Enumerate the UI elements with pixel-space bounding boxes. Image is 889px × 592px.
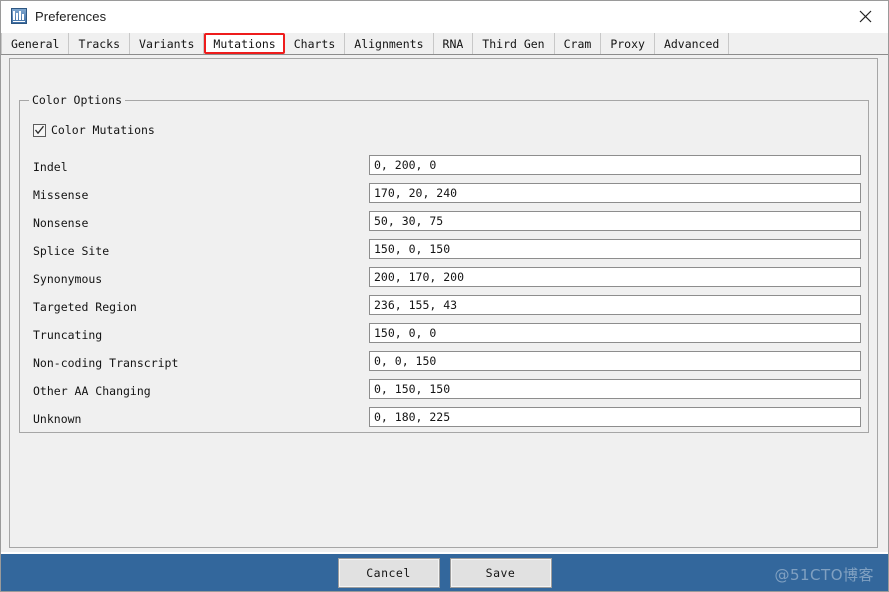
label-truncating: Truncating — [33, 328, 103, 342]
row-indel: Indel 0, 200, 0 — [20, 154, 870, 182]
input-nonsense-color[interactable]: 50, 30, 75 — [369, 211, 861, 231]
tab-charts[interactable]: Charts — [284, 33, 346, 54]
input-other-aa-changing-color[interactable]: 0, 150, 150 — [369, 379, 861, 399]
color-mutations-checkbox[interactable] — [33, 123, 46, 137]
input-non-coding-transcript-color[interactable]: 0, 0, 150 — [369, 351, 861, 371]
watermark: @51CTO博客 — [774, 566, 874, 584]
input-targeted-region-color[interactable]: 236, 155, 43 — [369, 295, 861, 315]
igv-app-icon — [11, 8, 27, 24]
tab-rna[interactable]: RNA — [433, 33, 474, 54]
label-splice-site: Splice Site — [33, 244, 110, 258]
color-options-group: Color Options Color Mutations Indel 0, 2… — [19, 93, 870, 434]
label-nonsense: Nonsense — [33, 216, 89, 230]
label-synonymous: Synonymous — [33, 272, 103, 286]
color-options-rows: Indel 0, 200, 0 Missense 170, 20, 240 No… — [20, 154, 870, 434]
tab-alignments[interactable]: Alignments — [345, 33, 434, 54]
close-icon[interactable] — [842, 1, 888, 31]
label-other-aa-changing: Other AA Changing — [33, 384, 151, 398]
tab-general[interactable]: General — [1, 33, 70, 54]
mutations-panel: Color Options Color Mutations Indel 0, 2… — [9, 58, 878, 548]
row-missense: Missense 170, 20, 240 — [20, 182, 870, 210]
row-non-coding-transcript: Non-coding Transcript 0, 0, 150 — [20, 350, 870, 378]
row-splice-site: Splice Site 150, 0, 150 — [20, 238, 870, 266]
tab-advanced[interactable]: Advanced — [654, 33, 730, 54]
input-indel-color[interactable]: 0, 200, 0 — [369, 155, 861, 175]
label-non-coding-transcript: Non-coding Transcript — [33, 356, 179, 370]
tab-third-gen[interactable]: Third Gen — [473, 33, 555, 54]
tab-tracks[interactable]: Tracks — [69, 33, 131, 54]
dialog-footer: Cancel Save @51CTO博客 — [1, 554, 888, 591]
window-title: Preferences — [35, 8, 107, 24]
input-truncating-color[interactable]: 150, 0, 0 — [369, 323, 861, 343]
color-options-title: Color Options — [29, 93, 126, 107]
input-missense-color[interactable]: 170, 20, 240 — [369, 183, 861, 203]
tab-variants[interactable]: Variants — [130, 33, 205, 54]
label-unknown: Unknown — [33, 412, 82, 426]
row-targeted-region: Targeted Region 236, 155, 43 — [20, 294, 870, 322]
input-unknown-color[interactable]: 0, 180, 225 — [369, 407, 861, 427]
color-mutations-label: Color Mutations — [51, 123, 155, 137]
label-targeted-region: Targeted Region — [33, 300, 137, 314]
row-synonymous: Synonymous 200, 170, 200 — [20, 266, 870, 294]
save-button[interactable]: Save — [449, 557, 552, 588]
row-truncating: Truncating 150, 0, 0 — [20, 322, 870, 350]
tab-cram[interactable]: Cram — [554, 33, 602, 54]
color-mutations-checkbox-row[interactable]: Color Mutations — [33, 121, 155, 139]
row-nonsense: Nonsense 50, 30, 75 — [20, 210, 870, 238]
cancel-button[interactable]: Cancel — [337, 557, 440, 588]
preferences-tab-bar: General Tracks Variants Mutations Charts… — [1, 33, 888, 55]
row-other-aa-changing: Other AA Changing 0, 150, 150 — [20, 378, 870, 406]
preferences-content: Color Options Color Mutations Indel 0, 2… — [1, 55, 888, 552]
tab-proxy[interactable]: Proxy — [601, 33, 655, 54]
label-missense: Missense — [33, 188, 89, 202]
label-indel: Indel — [33, 160, 68, 174]
row-unknown: Unknown 0, 180, 225 — [20, 406, 870, 434]
tab-mutations[interactable]: Mutations — [204, 33, 285, 54]
input-synonymous-color[interactable]: 200, 170, 200 — [369, 267, 861, 287]
tab-bar-filler — [729, 33, 888, 54]
title-bar: Preferences — [1, 1, 888, 31]
input-splice-site-color[interactable]: 150, 0, 150 — [369, 239, 861, 259]
preferences-dialog: Preferences General Tracks Variants Muta… — [0, 0, 889, 592]
